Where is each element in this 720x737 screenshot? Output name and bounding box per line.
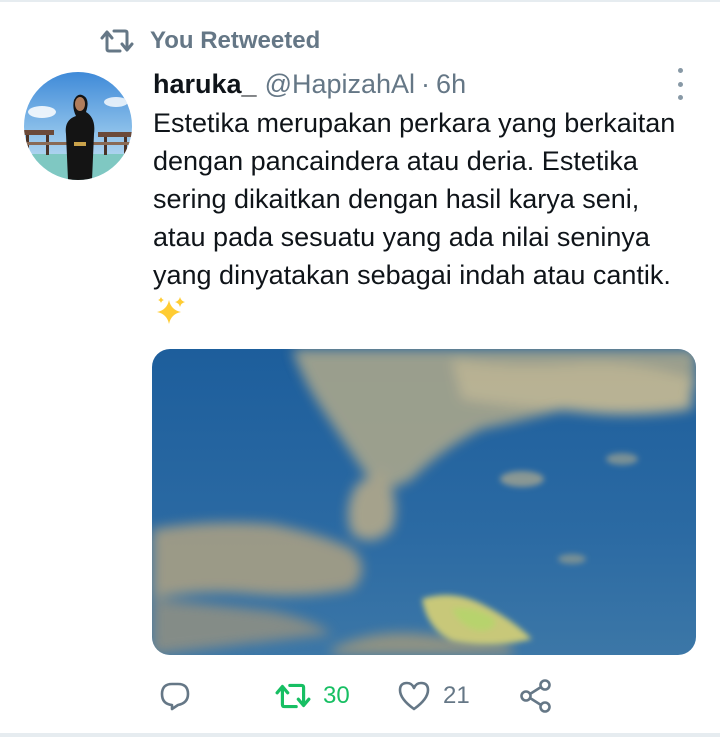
tweet-timestamp[interactable]: 6h [436,69,466,100]
retweet-icon [275,683,311,709]
tweet-text: Estetika merupakan perkara yang berkaita… [153,108,676,290]
more-dot-icon [677,95,683,100]
tweet-body: Estetika merupakan perkara yang berkaita… [153,104,698,332]
retweet-icon [100,29,134,53]
reply-button[interactable] [158,672,204,720]
share-button[interactable] [518,672,554,720]
like-count: 21 [443,682,470,709]
share-icon [520,679,551,713]
more-options-button[interactable] [668,68,692,100]
avatar-image [24,72,132,180]
reply-icon [160,682,190,711]
retweet-context[interactable]: You Retweeted [100,26,320,56]
more-dot-icon [677,68,683,73]
heart-icon [398,681,430,711]
like-button[interactable]: 21 [397,672,470,720]
sky-photo [152,349,696,655]
author-name[interactable]: haruka_ [153,69,257,100]
separator-dot: · [421,68,431,99]
bottom-divider [0,733,720,737]
author-handle[interactable]: @HapizahAl [265,69,415,100]
avatar[interactable] [24,72,132,180]
retweet-count: 30 [323,682,350,709]
top-divider [0,0,720,2]
tweet-media-image[interactable] [152,349,696,655]
retweet-context-label: You Retweeted [150,27,321,54]
retweet-button[interactable]: 30 [275,672,350,720]
sparkles-emoji [157,297,185,324]
more-dot-icon [677,81,683,87]
tweet-actions: 30 21 [0,672,720,720]
tweet-header: haruka_ @HapizahAl · 6h [153,66,466,102]
